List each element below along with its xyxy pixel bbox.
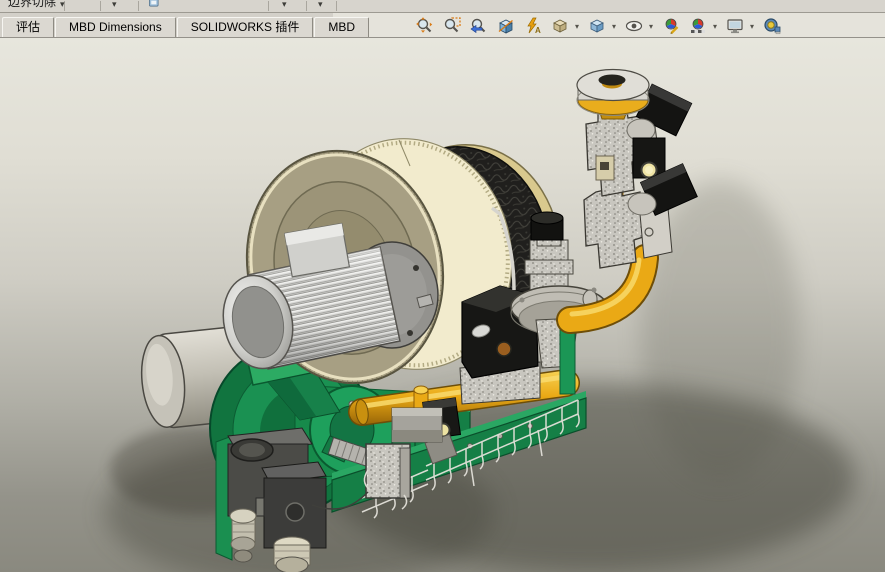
tab-mbd[interactable]: MBD [314, 17, 369, 37]
heads-up-view-toolbar: A ▾ ▾ ▾ ▾ ▾ [413, 15, 787, 37]
edit-appearance-button[interactable] [659, 15, 683, 37]
apply-scene-button[interactable] [686, 15, 710, 37]
display-style-dropdown-arrow[interactable]: ▾ [609, 22, 619, 31]
view-settings-button[interactable] [723, 15, 747, 37]
solenoid-coil-mid[interactable] [633, 138, 665, 178]
display-style-button[interactable] [585, 15, 609, 37]
tab-mbd-dimensions[interactable]: MBD Dimensions [55, 17, 176, 37]
section-view-icon [497, 17, 515, 35]
toolbar-separator [100, 1, 101, 11]
view-orientation-dropdown-arrow[interactable]: ▾ [572, 22, 582, 31]
command-toolbar-row-clipped: 边界切除 ▾ ▾ 捕获 3D 视图 ▾ ▾ [0, 0, 885, 13]
hide-show-items-dropdown-arrow[interactable]: ▾ [646, 22, 656, 31]
measure-button[interactable] [760, 15, 784, 37]
view-settings-icon [726, 17, 744, 35]
edit-appearance-icon [662, 17, 680, 35]
apply-scene-dropdown-arrow[interactable]: ▾ [710, 22, 720, 31]
section-view-button[interactable] [494, 15, 518, 37]
hide-show-items-button[interactable] [622, 15, 646, 37]
eye-icon [625, 17, 643, 35]
motor-terminal-box [285, 223, 350, 276]
dropdown-arrow-icon[interactable]: ▾ [318, 0, 323, 10]
dynamic-annotation-views-icon: A [524, 17, 542, 35]
previous-view-icon [470, 17, 488, 35]
toolbar-separator [306, 1, 307, 11]
view-settings-dropdown-arrow[interactable]: ▾ [747, 22, 757, 31]
dropdown-arrow-icon[interactable]: ▾ [282, 0, 287, 10]
previous-view-button[interactable] [467, 15, 491, 37]
tab-evaluate[interactable]: 评估 [2, 17, 54, 37]
zoom-to-area-button[interactable] [440, 15, 464, 37]
view-orientation-icon [551, 17, 569, 35]
view-orientation-button[interactable] [548, 15, 572, 37]
zoom-to-area-icon [443, 17, 461, 35]
zoom-to-fit-icon [416, 17, 434, 35]
toolbar-item-capture-3d-view[interactable]: 捕获 3D 视图 [148, 0, 218, 12]
command-manager-tabs: 评估MBD DimensionsSOLIDWORKS 插件MBD [2, 17, 370, 37]
graphics-viewport[interactable] [0, 38, 885, 572]
dynamic-annotation-views-button[interactable]: A [521, 15, 545, 37]
apply-scene-icon [689, 17, 707, 35]
dropdown-arrow-icon[interactable]: ▾ [60, 0, 65, 10]
model-3d-view[interactable] [0, 38, 885, 572]
top-pipe-flange[interactable] [577, 70, 649, 120]
toolbar-item-boundary-cut[interactable]: 边界切除 [8, 0, 56, 12]
zoom-to-fit-button[interactable] [413, 15, 437, 37]
tab-solidworks-addins[interactable]: SOLIDWORKS 插件 [177, 17, 314, 37]
toolbar-separator [336, 1, 337, 11]
display-style-icon [588, 17, 606, 35]
dropdown-arrow-icon[interactable]: ▾ [112, 0, 117, 10]
toolbar-separator [138, 1, 139, 11]
capture-3d-view-icon [148, 0, 161, 9]
svg-text:A: A [535, 26, 541, 35]
support-plate[interactable] [560, 328, 575, 394]
command-manager-tab-bar: 评估MBD DimensionsSOLIDWORKS 插件MBD A ▾ ▾ ▾ ▾ ▾ [0, 13, 885, 38]
measure-icon [763, 17, 781, 35]
toolbar-separator [268, 1, 269, 11]
